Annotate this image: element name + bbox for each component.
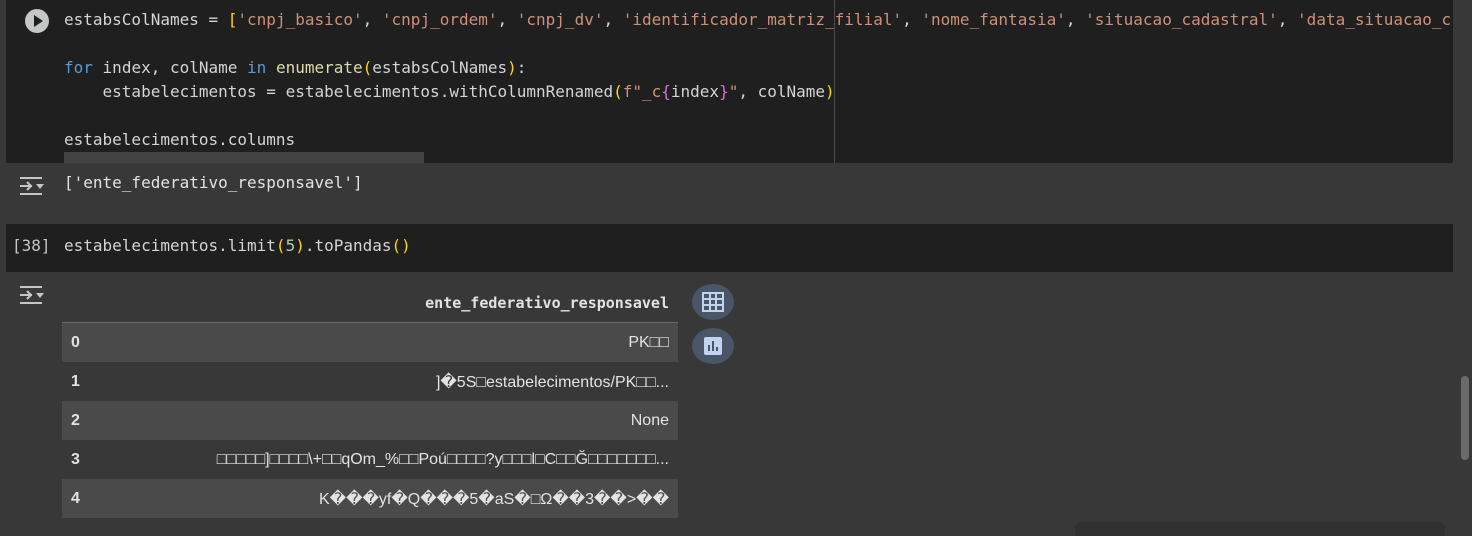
cell-value: K���yf�Q���5�aS�□Ω��3��>�� xyxy=(100,479,678,518)
code-cell-2[interactable]: [38] estabelecimentos.limit(5).toPandas(… xyxy=(6,224,1453,272)
horizontal-scrollbar[interactable] xyxy=(64,152,424,163)
fstring-var: index xyxy=(670,82,720,101)
code-object: estabelecimentos.limit xyxy=(64,236,276,255)
dataframe-table: ente_federativo_responsavel 0 PK□□ 1 ]�5… xyxy=(62,284,678,518)
code-cell-1[interactable]: estabsColNames = ['cnpj_basico', 'cnpj_o… xyxy=(6,0,1453,163)
vertical-scrollbar[interactable] xyxy=(1461,376,1469,460)
table-row: 3 □□□□□]□□□□\+□□qOm_%□□Poú□□□□?y□□□l□C□□… xyxy=(62,440,678,479)
cell-value: □□□□□]□□□□\+□□qOm_%□□Poú□□□□?y□□□l□C□□Ğ□… xyxy=(100,440,678,479)
code-editor-1[interactable]: estabsColNames = ['cnpj_basico', 'cnpj_o… xyxy=(64,8,1451,152)
method-call: estabelecimentos.withColumnRenamed xyxy=(285,82,614,101)
code-number: 5 xyxy=(285,236,296,255)
cell-value: None xyxy=(100,401,678,440)
method-arg: colName xyxy=(757,82,826,101)
string-literal: 'situacao_cadastral' xyxy=(1085,10,1278,29)
table-header-row: ente_federativo_responsavel xyxy=(62,284,678,323)
row-index: 3 xyxy=(62,440,100,479)
output-text: ['ente_federativo_responsavel'] xyxy=(64,173,363,192)
last-expression: estabelecimentos.columns xyxy=(64,130,296,149)
cell-value: PK□□ xyxy=(100,322,678,362)
cell-toolbar[interactable] xyxy=(1075,522,1445,536)
code-var: estabsColNames xyxy=(64,10,199,29)
row-index: 2 xyxy=(62,401,100,440)
loop-function: enumerate xyxy=(275,58,363,77)
row-index: 0 xyxy=(62,322,100,362)
assign-target: estabelecimentos xyxy=(102,82,257,101)
convert-to-interactive-table-button[interactable] xyxy=(692,284,734,320)
fstring-prefix: f"_c xyxy=(622,82,662,101)
bar-chart-icon xyxy=(704,337,722,355)
output-toggle-icon[interactable] xyxy=(18,284,46,306)
play-icon xyxy=(34,15,43,27)
code-method: .toPandas xyxy=(304,236,392,255)
table-row: 2 None xyxy=(62,401,678,440)
table-row: 0 PK□□ xyxy=(62,322,678,362)
index-header xyxy=(62,284,100,323)
row-index: 4 xyxy=(62,479,100,518)
string-literal: 'nome_fantasia' xyxy=(921,10,1066,29)
string-literal: 'cnpj_dv' xyxy=(516,10,604,29)
output-toggle-icon[interactable] xyxy=(18,175,46,197)
loop-vars: index, colName xyxy=(102,58,238,77)
code-editor-2[interactable]: estabelecimentos.limit(5).toPandas() xyxy=(64,236,411,255)
fstring-suffix: " xyxy=(728,82,739,101)
table-row: 1 ]�5S□estabelecimentos/PK□□... xyxy=(62,362,678,401)
output-toggle-icon xyxy=(20,177,44,195)
table-icon xyxy=(702,292,724,312)
suggest-charts-button[interactable] xyxy=(692,328,734,364)
line-length-ruler xyxy=(834,0,835,163)
loop-arg: estabsColNames xyxy=(372,58,508,77)
string-literal: 'cnpj_ordem' xyxy=(381,10,498,29)
table-row: 4 K���yf�Q���5�aS�□Ω��3��>�� xyxy=(62,479,678,518)
row-index: 1 xyxy=(62,362,100,401)
string-literal: 'cnpj_basico' xyxy=(237,10,363,29)
column-header: ente_federativo_responsavel xyxy=(100,284,678,323)
string-literal: 'identificador_matriz_filial' xyxy=(622,10,903,29)
output-toggle-icon xyxy=(20,286,44,304)
run-cell-button[interactable] xyxy=(25,9,49,33)
execution-count: [38] xyxy=(12,236,51,255)
cell-value: ]�5S□estabelecimentos/PK□□... xyxy=(100,362,678,401)
string-literal: 'data_situacao_c xyxy=(1297,10,1452,29)
